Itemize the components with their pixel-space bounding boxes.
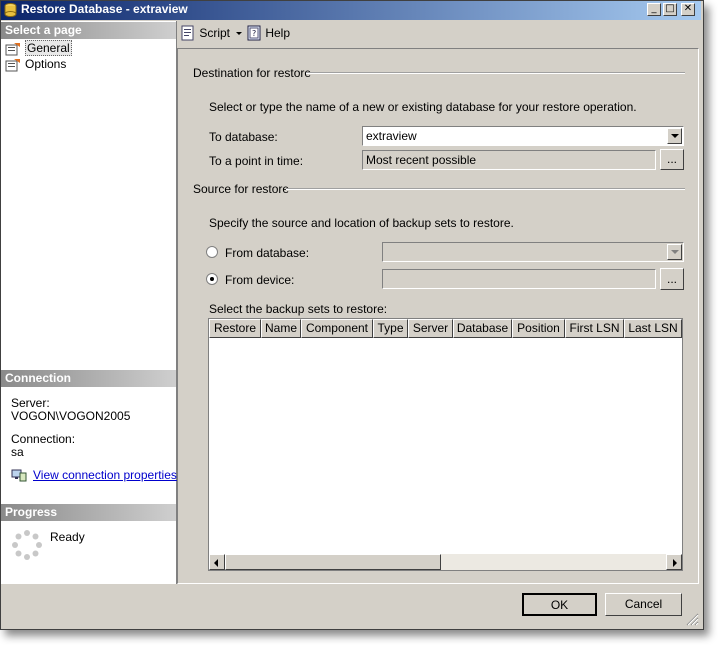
- page-icon: [5, 42, 20, 56]
- cancel-button[interactable]: Cancel: [605, 593, 682, 616]
- connection-label: Connection:: [11, 432, 76, 446]
- connection-header: Connection: [1, 370, 176, 387]
- backup-sets-grid[interactable]: Restore Name Component Type Server Datab…: [208, 318, 683, 571]
- destination-instruction: Select or type the name of a new or exis…: [209, 100, 637, 114]
- maximize-button[interactable]: □: [663, 3, 677, 16]
- script-label: Script: [199, 26, 231, 40]
- radio-selected-dot: [210, 277, 214, 281]
- destination-group-label: Destination for restore: [193, 66, 312, 80]
- grid-horizontal-scrollbar[interactable]: [209, 554, 682, 570]
- script-button[interactable]: Script: [180, 25, 243, 43]
- help-button[interactable]: ? Help: [246, 25, 290, 43]
- source-group-label: Source for restore: [193, 182, 290, 196]
- to-database-combo[interactable]: extraview: [362, 126, 684, 146]
- point-in-time-field: Most recent possible: [362, 150, 656, 170]
- progress-header: Progress: [1, 504, 176, 521]
- column-header-name[interactable]: Name: [261, 319, 301, 338]
- ok-button[interactable]: OK: [522, 593, 597, 616]
- progress-status: Ready: [50, 530, 85, 544]
- column-header-restore[interactable]: Restore: [209, 319, 261, 338]
- progress-spinner-icon: [12, 530, 42, 560]
- minimize-button[interactable]: _: [647, 3, 661, 16]
- chevron-down-icon: [671, 134, 679, 138]
- point-in-time-browse-button[interactable]: ...: [660, 149, 684, 170]
- script-icon: [181, 25, 194, 41]
- page-item-options[interactable]: Options: [5, 56, 66, 72]
- from-database-dropdown-button: [667, 244, 682, 260]
- arrow-left-icon: [214, 559, 218, 567]
- column-header-database[interactable]: Database: [453, 319, 512, 338]
- destination-group-divider: [306, 72, 685, 74]
- point-in-time-label: To a point in time:: [209, 154, 304, 168]
- page-item-general[interactable]: General: [5, 40, 72, 56]
- from-database-label: From database:: [225, 246, 310, 260]
- window-title: Restore Database - extraview: [21, 2, 188, 16]
- column-header-last-lsn[interactable]: Last LSN: [624, 319, 682, 338]
- chevron-down-icon: [671, 250, 679, 254]
- server-value: VOGON\VOGON2005: [11, 409, 131, 423]
- from-device-field: [382, 269, 656, 289]
- from-database-radio[interactable]: [206, 246, 218, 258]
- view-connection-properties-link[interactable]: View connection properties: [33, 468, 177, 482]
- column-header-type[interactable]: Type: [373, 319, 408, 338]
- page-item-label: General: [25, 40, 72, 56]
- left-pane: [1, 21, 177, 584]
- scroll-right-button[interactable]: [666, 554, 682, 570]
- page-icon: [5, 58, 20, 72]
- chevron-down-icon: [236, 31, 243, 35]
- select-page-header: Select a page: [1, 22, 176, 39]
- from-device-label: From device:: [225, 273, 295, 287]
- from-device-browse-button[interactable]: ...: [660, 268, 684, 290]
- column-header-first-lsn[interactable]: First LSN: [565, 319, 624, 338]
- arrow-right-icon: [673, 559, 677, 567]
- backup-sets-label: Select the backup sets to restore:: [209, 302, 388, 316]
- svg-text:?: ?: [252, 29, 256, 38]
- scroll-thumb[interactable]: [225, 554, 441, 570]
- to-database-value: extraview: [366, 129, 417, 143]
- scroll-left-button[interactable]: [209, 554, 225, 570]
- to-database-dropdown-button[interactable]: [667, 128, 682, 144]
- source-instruction: Specify the source and location of backu…: [209, 216, 514, 230]
- column-header-server[interactable]: Server: [408, 319, 453, 338]
- server-label: Server:: [11, 396, 50, 410]
- column-header-position[interactable]: Position: [512, 319, 565, 338]
- close-button[interactable]: ✕: [681, 3, 695, 16]
- help-icon: ?: [247, 25, 261, 41]
- database-icon: [4, 3, 17, 17]
- point-in-time-value: Most recent possible: [366, 153, 477, 167]
- connection-value: sa: [11, 445, 24, 459]
- help-label: Help: [265, 26, 291, 40]
- resize-grip-icon[interactable]: [685, 612, 699, 626]
- from-device-radio[interactable]: [206, 273, 218, 285]
- from-database-combo: [382, 242, 684, 262]
- page-item-label: Options: [25, 57, 67, 71]
- source-group-divider: [286, 188, 685, 190]
- connection-properties-icon: [11, 469, 27, 482]
- to-database-label: To database:: [209, 130, 278, 144]
- column-header-component[interactable]: Component: [301, 319, 373, 338]
